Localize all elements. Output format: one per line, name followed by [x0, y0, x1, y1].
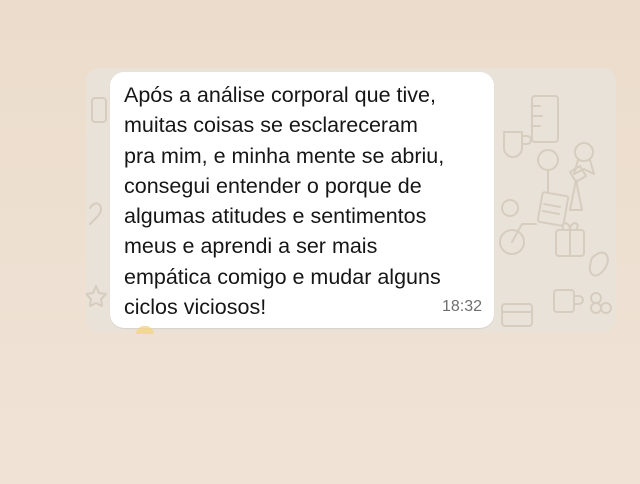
cup-icon: [503, 131, 532, 158]
note-card-icon: [536, 191, 570, 227]
gift-box-icon: [555, 222, 585, 257]
mug-icon: [553, 289, 584, 313]
chat-area: Após a análise corporal que tive, muitas…: [86, 68, 616, 332]
message-timestamp: 18:32: [441, 298, 482, 315]
emoji-reaction-icon[interactable]: [136, 326, 154, 334]
lollipop-icon: [537, 149, 559, 193]
award-icon: [573, 142, 595, 175]
heart-icon: [89, 202, 102, 225]
ruler-icon: [531, 95, 559, 143]
phone-icon: [91, 97, 107, 123]
package-icon: [501, 303, 533, 327]
glasses-icon: [501, 199, 519, 217]
star-icon: [86, 285, 107, 307]
leaf-icon: [588, 251, 609, 277]
flower-icon: [590, 292, 612, 314]
message-text: Após a análise corporal que tive, muitas…: [124, 83, 445, 320]
bicycle-icon: [499, 223, 537, 255]
message-bubble[interactable]: Após a análise corporal que tive, muitas…: [110, 72, 494, 328]
